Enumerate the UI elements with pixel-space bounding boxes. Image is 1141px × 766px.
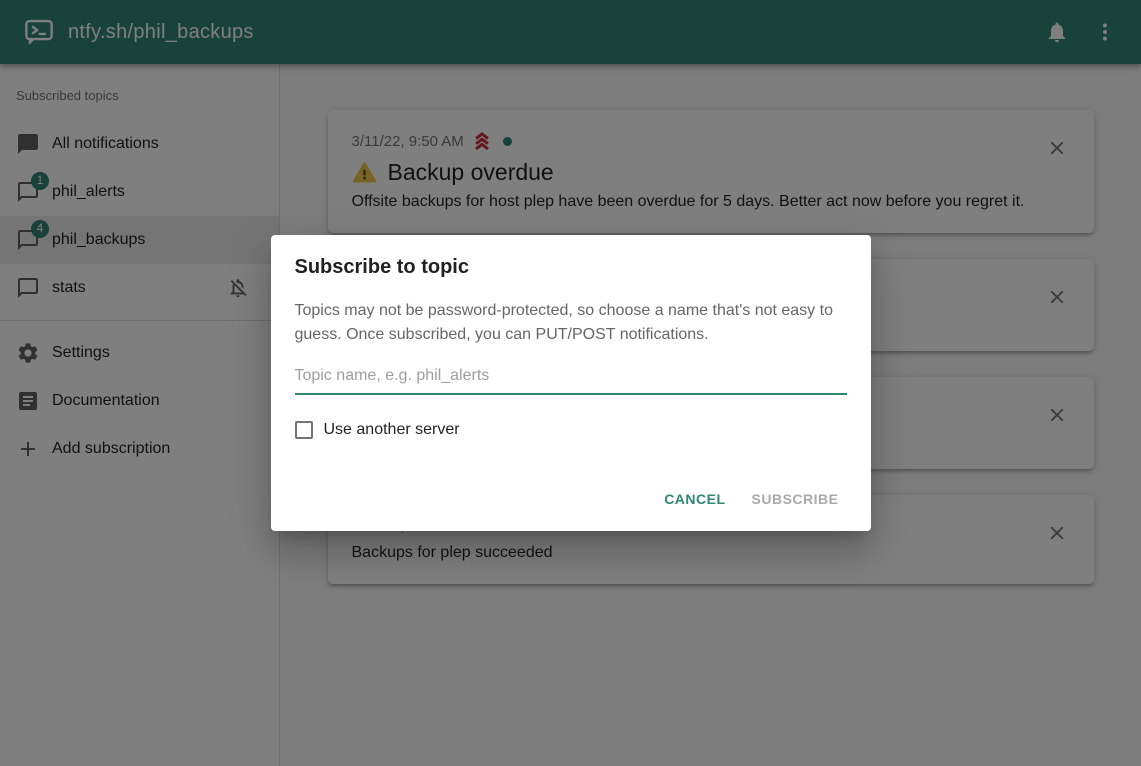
topic-name-input[interactable] bbox=[295, 361, 847, 395]
subscribe-dialog: Subscribe to topic Topics may not be pas… bbox=[271, 235, 871, 531]
dialog-actions: CANCEL SUBSCRIBE bbox=[295, 475, 847, 523]
dialog-description: Topics may not be password-protected, so… bbox=[295, 299, 847, 347]
use-another-server-row[interactable]: Use another server bbox=[295, 421, 847, 439]
use-another-server-checkbox[interactable] bbox=[295, 421, 313, 439]
dialog-title: Subscribe to topic bbox=[295, 255, 847, 279]
checkbox-label: Use another server bbox=[324, 421, 460, 439]
cancel-button[interactable]: CANCEL bbox=[656, 483, 733, 515]
subscribe-button[interactable]: SUBSCRIBE bbox=[744, 483, 847, 515]
